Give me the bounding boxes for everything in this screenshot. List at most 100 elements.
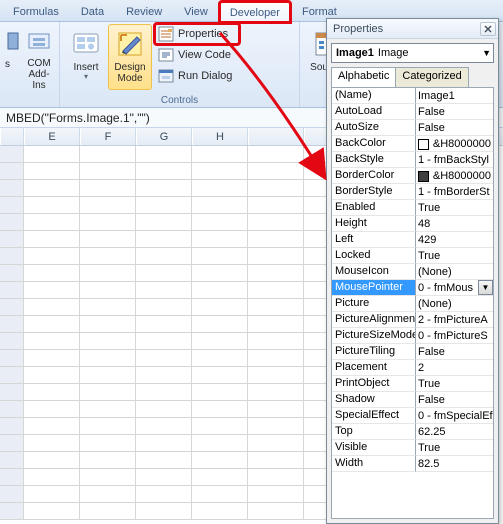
- cell[interactable]: [136, 401, 192, 418]
- properties-button[interactable]: Properties: [155, 24, 239, 44]
- cell[interactable]: [248, 401, 304, 418]
- property-value[interactable]: False: [416, 120, 493, 136]
- cell[interactable]: [80, 248, 136, 265]
- cell[interactable]: [80, 435, 136, 452]
- cell[interactable]: [136, 197, 192, 214]
- property-row[interactable]: LockedTrue: [332, 248, 493, 264]
- cell[interactable]: [248, 333, 304, 350]
- tab-review[interactable]: Review: [115, 0, 173, 22]
- cell[interactable]: [192, 180, 248, 197]
- property-value[interactable]: True: [416, 376, 493, 392]
- cell[interactable]: [192, 469, 248, 486]
- property-value[interactable]: 0 - fmSpecialEf: [416, 408, 493, 424]
- property-row[interactable]: PictureAlignment2 - fmPictureA: [332, 312, 493, 328]
- cell[interactable]: [80, 316, 136, 333]
- cell[interactable]: [80, 163, 136, 180]
- cell[interactable]: [136, 367, 192, 384]
- property-value[interactable]: True: [416, 200, 493, 216]
- com-addins-button[interactable]: COM Add-Ins: [22, 24, 56, 90]
- tab-data[interactable]: Data: [70, 0, 115, 22]
- cell[interactable]: [192, 316, 248, 333]
- cell[interactable]: [24, 452, 80, 469]
- cell[interactable]: [136, 180, 192, 197]
- cell[interactable]: [24, 299, 80, 316]
- property-row[interactable]: Left429: [332, 232, 493, 248]
- property-row[interactable]: EnabledTrue: [332, 200, 493, 216]
- addins-button[interactable]: s: [4, 24, 22, 90]
- cell[interactable]: [136, 316, 192, 333]
- property-value[interactable]: 2: [416, 360, 493, 376]
- cell[interactable]: [24, 180, 80, 197]
- cell[interactable]: [136, 231, 192, 248]
- cell[interactable]: [192, 384, 248, 401]
- column-header[interactable]: H: [192, 128, 248, 145]
- property-row[interactable]: BorderColor&H8000000: [332, 168, 493, 184]
- cell[interactable]: [24, 333, 80, 350]
- cell[interactable]: [192, 197, 248, 214]
- cell[interactable]: [136, 333, 192, 350]
- cell[interactable]: [136, 265, 192, 282]
- cell[interactable]: [80, 231, 136, 248]
- cell[interactable]: [24, 282, 80, 299]
- cell[interactable]: [24, 486, 80, 503]
- cell[interactable]: [248, 350, 304, 367]
- cell[interactable]: [80, 401, 136, 418]
- cell[interactable]: [24, 163, 80, 180]
- property-row[interactable]: Height48: [332, 216, 493, 232]
- property-row[interactable]: PrintObjectTrue: [332, 376, 493, 392]
- cell[interactable]: [24, 418, 80, 435]
- cell[interactable]: [80, 384, 136, 401]
- cell[interactable]: [80, 469, 136, 486]
- cell[interactable]: [136, 248, 192, 265]
- cell[interactable]: [248, 180, 304, 197]
- cell[interactable]: [248, 469, 304, 486]
- property-row[interactable]: PictureTilingFalse: [332, 344, 493, 360]
- property-value[interactable]: 2 - fmPictureA: [416, 312, 493, 328]
- cell[interactable]: [80, 486, 136, 503]
- corner-cell[interactable]: [0, 128, 24, 145]
- cell[interactable]: [136, 418, 192, 435]
- cell[interactable]: [192, 435, 248, 452]
- cell[interactable]: [136, 469, 192, 486]
- cell[interactable]: [192, 231, 248, 248]
- property-value[interactable]: False: [416, 104, 493, 120]
- design-mode-button[interactable]: Design Mode: [108, 24, 152, 90]
- property-value[interactable]: 1 - fmBorderSt: [416, 184, 493, 200]
- cell[interactable]: [248, 231, 304, 248]
- cell[interactable]: [24, 367, 80, 384]
- cell[interactable]: [248, 299, 304, 316]
- property-row[interactable]: MousePointer0 - fmMous▼: [332, 280, 493, 296]
- cell[interactable]: [24, 214, 80, 231]
- cell[interactable]: [80, 265, 136, 282]
- property-value[interactable]: 429: [416, 232, 493, 248]
- cell[interactable]: [24, 248, 80, 265]
- column-header[interactable]: G: [136, 128, 192, 145]
- cell[interactable]: [192, 333, 248, 350]
- tab-categorized[interactable]: Categorized: [395, 67, 468, 87]
- object-selector[interactable]: Image1 Image ▼: [331, 43, 494, 63]
- property-value[interactable]: &H8000000: [416, 136, 493, 152]
- cell[interactable]: [248, 418, 304, 435]
- property-value[interactable]: 62.25: [416, 424, 493, 440]
- close-button[interactable]: [480, 22, 496, 36]
- property-row[interactable]: Width82.5: [332, 456, 493, 472]
- cell[interactable]: [136, 452, 192, 469]
- property-row[interactable]: MouseIcon(None): [332, 264, 493, 280]
- property-row[interactable]: ShadowFalse: [332, 392, 493, 408]
- view-code-button[interactable]: View Code: [155, 45, 239, 65]
- cell[interactable]: [80, 180, 136, 197]
- cell[interactable]: [80, 367, 136, 384]
- column-header[interactable]: [248, 128, 304, 145]
- tab-formulas[interactable]: Formulas: [2, 0, 70, 22]
- property-row[interactable]: AutoSizeFalse: [332, 120, 493, 136]
- cell[interactable]: [24, 401, 80, 418]
- column-header[interactable]: E: [24, 128, 80, 145]
- cell[interactable]: [24, 435, 80, 452]
- cell[interactable]: [24, 384, 80, 401]
- property-row[interactable]: PictureSizeMode0 - fmPictureS: [332, 328, 493, 344]
- cell[interactable]: [248, 435, 304, 452]
- cell[interactable]: [192, 146, 248, 163]
- cell[interactable]: [136, 435, 192, 452]
- cell[interactable]: [248, 367, 304, 384]
- cell[interactable]: [192, 452, 248, 469]
